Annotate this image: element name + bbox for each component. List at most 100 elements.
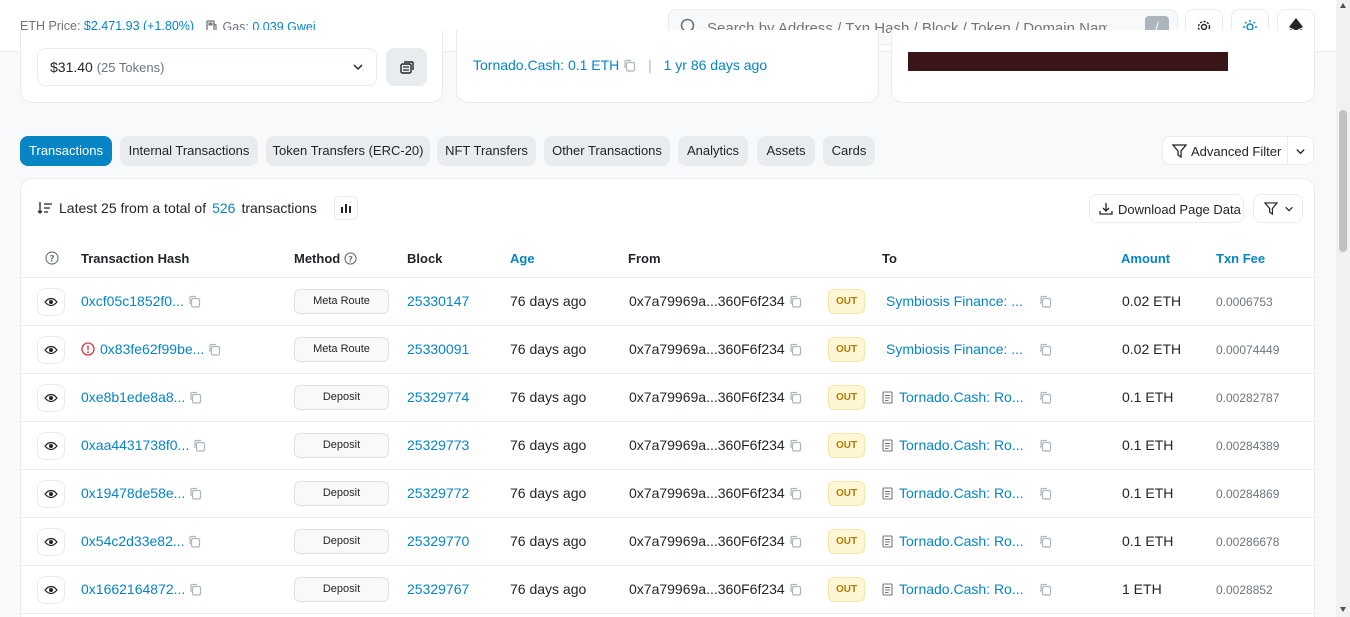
- to-address-link[interactable]: Tornado.Cash: Ro...: [899, 437, 1024, 453]
- from-address[interactable]: 0x7a79969a...360F6f234: [629, 293, 785, 309]
- copy-icon[interactable]: [1039, 439, 1052, 452]
- view-details-button[interactable]: [37, 576, 65, 604]
- tab-token-transfers[interactable]: Token Transfers (ERC-20): [266, 136, 430, 166]
- view-details-button[interactable]: [37, 384, 65, 412]
- copy-icon[interactable]: [789, 439, 802, 452]
- copy-icon[interactable]: [189, 391, 202, 404]
- col-txn-fee[interactable]: Txn Fee: [1216, 251, 1265, 266]
- from-address[interactable]: 0x7a79969a...360F6f234: [629, 389, 785, 405]
- tab-nft-transfers[interactable]: NFT Transfers: [437, 136, 536, 166]
- filter-icon: [1172, 144, 1187, 158]
- transaction-hash-link[interactable]: 0xe8b1ede8a8...: [81, 389, 185, 405]
- copy-icon[interactable]: [1039, 391, 1052, 404]
- view-details-button[interactable]: [37, 480, 65, 508]
- col-amount[interactable]: Amount: [1121, 251, 1170, 266]
- scroll-down-icon[interactable]: [1339, 605, 1347, 613]
- from-address[interactable]: 0x7a79969a...360F6f234: [629, 533, 785, 549]
- direction-badge: OUT: [828, 433, 865, 458]
- col-age[interactable]: Age: [510, 251, 535, 266]
- copy-icon[interactable]: [789, 391, 802, 404]
- transaction-hash-link[interactable]: 0xaa4431738f0...: [81, 437, 189, 453]
- from-address[interactable]: 0x7a79969a...360F6f234: [629, 341, 785, 357]
- scrollbar-thumb[interactable]: [1339, 110, 1347, 252]
- tab-internal-transactions[interactable]: Internal Transactions: [120, 136, 258, 166]
- view-details-button[interactable]: [37, 432, 65, 460]
- chart-button[interactable]: [334, 196, 358, 220]
- copy-icon[interactable]: [188, 295, 201, 308]
- block-link[interactable]: 25329767: [407, 581, 469, 597]
- advanced-filter-button[interactable]: Advanced Filter: [1162, 136, 1314, 165]
- to-address-link[interactable]: Tornado.Cash: Ro...: [899, 533, 1024, 549]
- tab-other-transactions[interactable]: Other Transactions: [544, 136, 670, 166]
- view-details-button[interactable]: [37, 288, 65, 316]
- view-details-button[interactable]: [37, 528, 65, 556]
- view-details-button[interactable]: [37, 336, 65, 364]
- tab-transactions[interactable]: Transactions: [20, 136, 112, 166]
- contract-icon: [882, 439, 893, 452]
- tab-assets[interactable]: Assets: [757, 136, 815, 166]
- token-holdings-dropdown[interactable]: $31.40 (25 Tokens): [37, 48, 377, 86]
- age-text: 76 days ago: [510, 485, 587, 501]
- txn-fee-text: 0.00284869: [1216, 487, 1280, 501]
- copy-icon[interactable]: [789, 487, 802, 500]
- copy-icon[interactable]: [1039, 583, 1052, 596]
- contract-icon: [882, 487, 893, 500]
- to-address-link[interactable]: Tornado.Cash: Ro...: [899, 389, 1024, 405]
- block-link[interactable]: 25330147: [407, 293, 469, 309]
- transaction-hash-link[interactable]: 0x54c2d33e82...: [81, 533, 185, 549]
- to-address-link[interactable]: Tornado.Cash: Ro...: [899, 581, 1024, 597]
- block-link[interactable]: 25329774: [407, 389, 469, 405]
- from-address[interactable]: 0x7a79969a...360F6f234: [629, 437, 785, 453]
- block-link[interactable]: 25329770: [407, 533, 469, 549]
- page-scrollbar[interactable]: [1336, 0, 1350, 617]
- txn-fee-text: 0.00284389: [1216, 439, 1280, 453]
- copy-icon[interactable]: [789, 295, 802, 308]
- copy-icon[interactable]: [789, 343, 802, 356]
- copy-icon[interactable]: [1039, 295, 1052, 308]
- copy-icon[interactable]: [189, 583, 202, 596]
- multichain-portfolio-button[interactable]: [386, 48, 427, 86]
- summary-count[interactable]: 526: [212, 200, 235, 216]
- tab-cards[interactable]: Cards: [823, 136, 875, 166]
- help-icon[interactable]: ?: [344, 252, 357, 265]
- table-filter-button[interactable]: [1253, 194, 1303, 223]
- copy-icon[interactable]: [1039, 343, 1052, 356]
- from-address[interactable]: 0x7a79969a...360F6f234: [629, 485, 785, 501]
- copy-icon[interactable]: [188, 535, 201, 548]
- advanced-filter-label: Advanced Filter: [1191, 144, 1282, 159]
- copy-icon[interactable]: [789, 583, 802, 596]
- block-link[interactable]: 25329772: [407, 485, 469, 501]
- to-address-link[interactable]: Symbiosis Finance: ...: [886, 293, 1023, 309]
- copy-icon[interactable]: [1039, 487, 1052, 500]
- to-address-link[interactable]: Tornado.Cash: Ro...: [899, 485, 1024, 501]
- funded-by-link[interactable]: Tornado.Cash: 0.1 ETH: [473, 57, 619, 73]
- copy-icon[interactable]: [208, 343, 221, 356]
- help-icon[interactable]: ?: [45, 251, 59, 265]
- copy-icon[interactable]: [623, 59, 636, 72]
- eye-icon: [44, 537, 58, 547]
- tab-analytics[interactable]: Analytics: [678, 136, 748, 166]
- nft-image[interactable]: [908, 52, 1228, 71]
- to-address-link[interactable]: Symbiosis Finance: ...: [886, 341, 1023, 357]
- from-address[interactable]: 0x7a79969a...360F6f234: [629, 581, 785, 597]
- download-page-data-button[interactable]: Download Page Data: [1089, 194, 1244, 223]
- amount-text: 0.1 ETH: [1122, 389, 1174, 405]
- copy-icon[interactable]: [193, 439, 206, 452]
- block-link[interactable]: 25330091: [407, 341, 469, 357]
- scroll-up-icon[interactable]: [1339, 2, 1347, 10]
- transaction-hash-link[interactable]: 0x19478de58e...: [81, 485, 185, 501]
- chevron-down-icon[interactable]: [1295, 146, 1306, 157]
- bar-chart-icon: [341, 204, 351, 213]
- transaction-hash-link[interactable]: 0x1662164872...: [81, 581, 185, 597]
- funded-age[interactable]: 1 yr 86 days ago: [664, 57, 768, 73]
- copy-icon[interactable]: [189, 487, 202, 500]
- block-link[interactable]: 25329773: [407, 437, 469, 453]
- copy-icon[interactable]: [789, 535, 802, 548]
- transactions-table-card: Latest 25 from a total of 526 transactio…: [20, 178, 1315, 617]
- transaction-hash-link[interactable]: 0x83fe62f99be...: [100, 341, 204, 357]
- transaction-hash-link[interactable]: 0xcf05c1852f0...: [81, 293, 184, 309]
- method-badge: Deposit: [294, 529, 389, 554]
- amount-text: 0.1 ETH: [1122, 437, 1174, 453]
- copy-icon[interactable]: [1039, 535, 1052, 548]
- eye-icon: [44, 489, 58, 499]
